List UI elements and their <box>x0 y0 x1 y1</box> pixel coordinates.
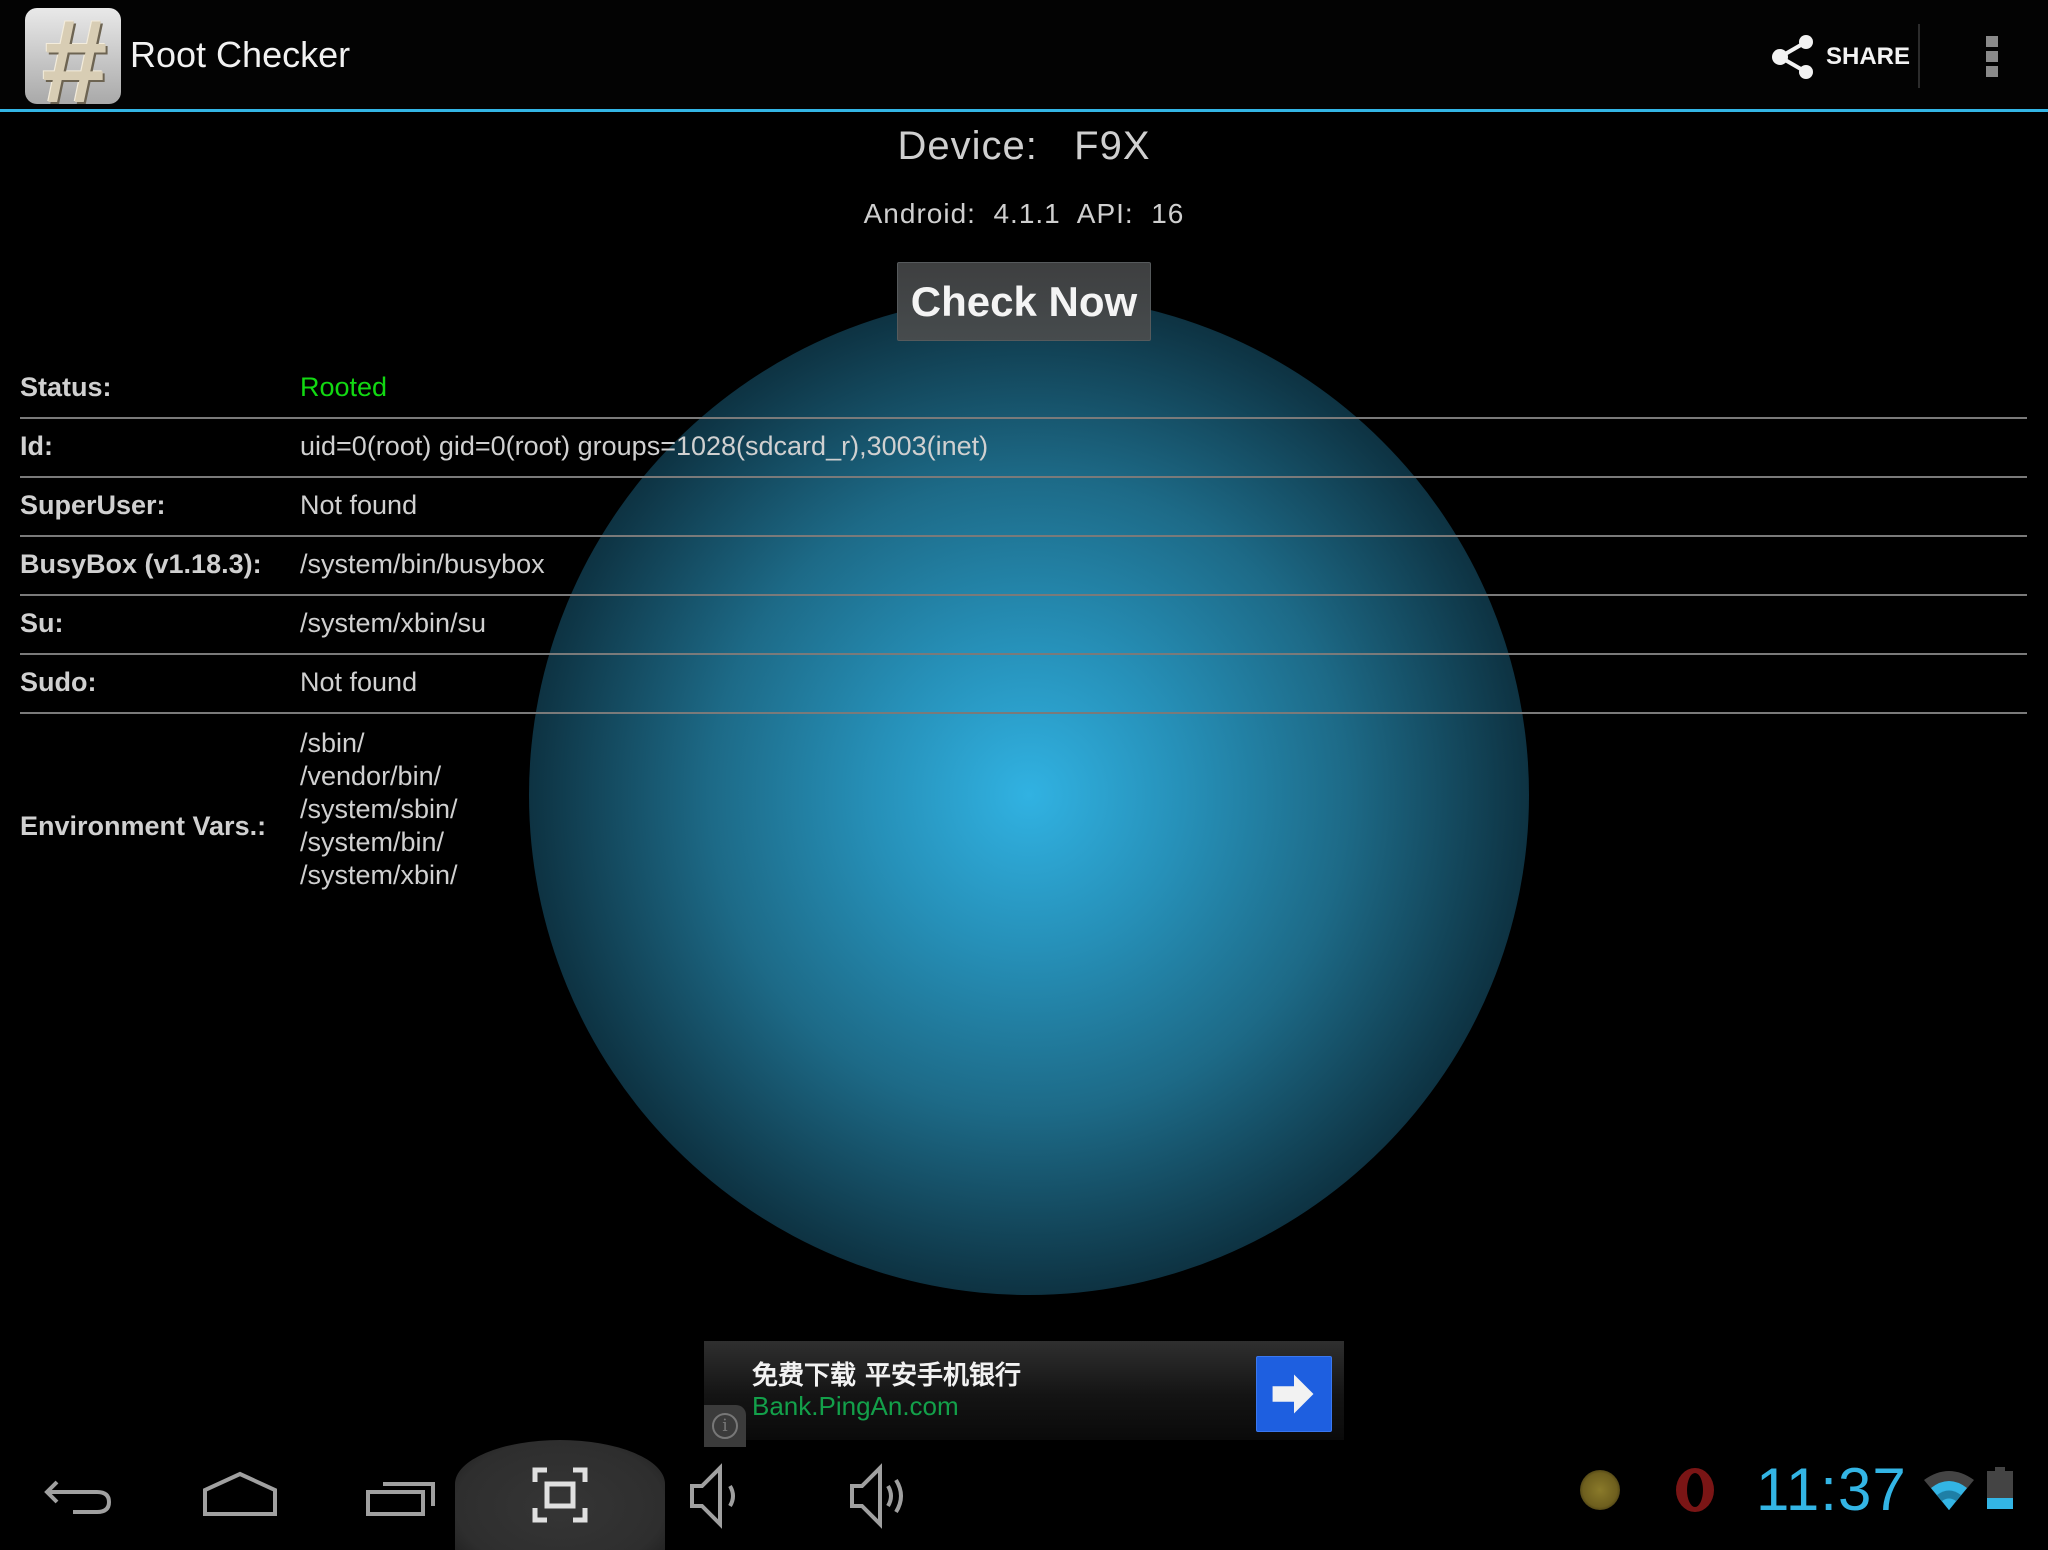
result-value: uid=0(root) gid=0(root) groups=1028(sdca… <box>300 431 989 461</box>
ad-go-button[interactable] <box>1256 1356 1332 1432</box>
result-label: Status: <box>20 372 112 402</box>
share-button[interactable]: SHARE <box>1770 30 1910 84</box>
ad-title: 免费下载 平安手机银行 <box>752 1361 1022 1391</box>
row-divider <box>20 594 2027 596</box>
info-icon: i <box>712 1413 738 1439</box>
clock[interactable]: 11:37 <box>1756 1455 1907 1524</box>
gold-coin-icon[interactable] <box>1580 1470 1620 1510</box>
result-value: /system/bin/busybox <box>300 549 545 579</box>
result-value: Not found <box>300 667 418 697</box>
screenshot-icon <box>532 1467 588 1523</box>
recent-apps-button[interactable] <box>345 1460 455 1532</box>
recent-apps-icon <box>366 1482 435 1516</box>
status-value: Rooted <box>300 372 388 402</box>
env-path: /sbin/ <box>300 728 365 758</box>
volume-up-button[interactable] <box>822 1460 932 1532</box>
action-bar-separator <box>1918 24 1920 88</box>
check-now-button[interactable]: Check Now <box>897 262 1151 341</box>
share-icon <box>1772 35 1813 79</box>
env-path: /system/bin/ <box>300 827 445 857</box>
result-label: BusyBox (v1.18.3): <box>20 549 262 579</box>
wifi-icon <box>1922 1468 1976 1512</box>
result-label: SuperUser: <box>20 490 166 520</box>
row-divider <box>20 417 2027 419</box>
result-label: Id: <box>20 431 53 461</box>
navigation-bar <box>0 1456 2048 1536</box>
screenshot-button[interactable] <box>505 1460 615 1532</box>
volume-down-button[interactable] <box>662 1460 772 1532</box>
ad-url: Bank.PingAn.com <box>752 1391 959 1421</box>
result-label: Sudo: <box>20 667 97 697</box>
overflow-menu-button[interactable] <box>1972 30 2012 82</box>
back-icon <box>44 1480 112 1514</box>
row-divider <box>20 476 2027 478</box>
env-path: /system/xbin/ <box>300 860 458 890</box>
row-divider <box>20 653 2027 655</box>
env-path: /vendor/bin/ <box>300 761 442 791</box>
result-value: Not found <box>300 490 418 520</box>
back-button[interactable] <box>25 1460 135 1532</box>
environment-paths: /sbin/ /vendor/bin/ /system/sbin/ /syste… <box>300 727 458 892</box>
opera-logo <box>1676 1468 1714 1512</box>
share-label: SHARE <box>1826 43 1911 70</box>
opera-icon[interactable] <box>1673 1465 1717 1515</box>
ad-banner[interactable]: 免费下载 平安手机银行 Bank.PingAn.com i <box>704 1341 1344 1447</box>
row-divider <box>20 535 2027 537</box>
result-label: Environment Vars.: <box>20 811 267 841</box>
row-divider <box>20 712 2027 714</box>
app-title: Root Checker <box>130 34 351 75</box>
volume-down-icon <box>690 1463 735 1529</box>
home-icon <box>203 1471 277 1516</box>
env-path: /system/sbin/ <box>300 794 458 824</box>
action-bar-divider <box>0 109 2048 112</box>
hash-icon: # <box>40 8 106 104</box>
result-value: /system/xbin/su <box>300 608 487 638</box>
ad-info-button[interactable]: i <box>704 1405 746 1447</box>
device-name: Device: F9X <box>897 124 1151 168</box>
app-icon[interactable]: # <box>25 8 121 104</box>
arrow-right-icon <box>1272 1374 1314 1414</box>
battery-icon <box>1987 1467 2013 1509</box>
result-label: Su: <box>20 608 64 638</box>
home-button[interactable] <box>185 1460 295 1532</box>
volume-up-icon <box>850 1463 903 1529</box>
android-version: Android: 4.1.1 API: 16 <box>863 198 1185 229</box>
